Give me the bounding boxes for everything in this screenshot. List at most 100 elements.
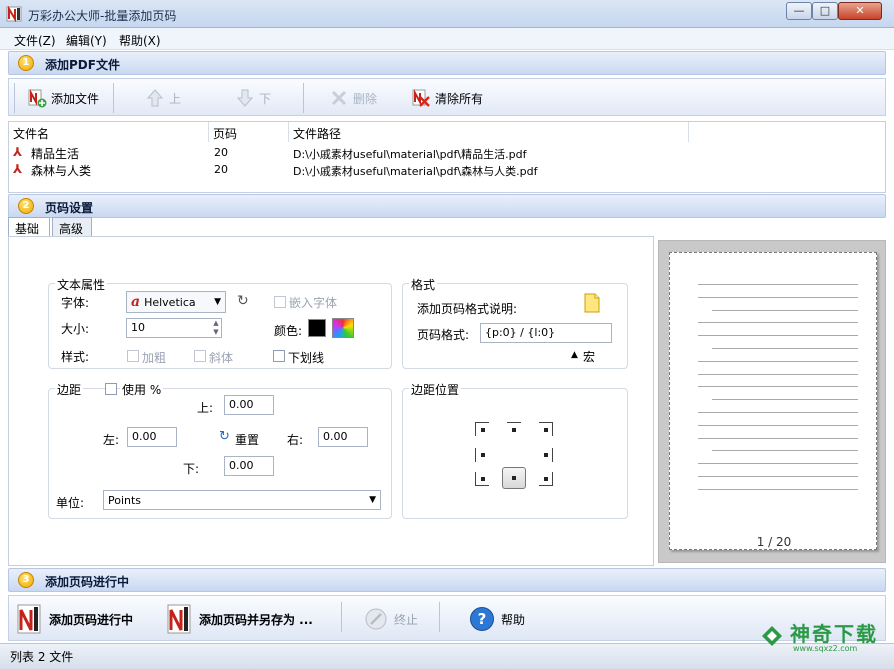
help-label: 帮助 — [501, 612, 526, 627]
section-add-pdf: 1 添加PDF文件 — [8, 51, 886, 75]
preview-text-line — [698, 437, 858, 439]
status-text: 列表 2 文件 — [10, 650, 74, 664]
underline-label: 下划线 — [288, 351, 325, 365]
run-label: 添加页码进行中 — [49, 612, 134, 627]
toolbar-divider — [303, 83, 304, 113]
maximize-button[interactable]: □ — [812, 2, 838, 20]
stop-label: 终止 — [394, 612, 419, 627]
minimize-button[interactable]: — — [786, 2, 812, 20]
note-icon[interactable] — [584, 293, 600, 313]
size-spinner[interactable]: ▲ ▼ — [211, 319, 221, 337]
preview-text-line — [698, 424, 858, 426]
color-swatch[interactable] — [308, 319, 326, 337]
add-file-button[interactable]: 添加文件 — [27, 85, 99, 111]
embed-font-checkbox[interactable] — [274, 296, 286, 308]
tab-advanced[interactable]: 高级 — [52, 217, 92, 237]
file-table: 文件名 页码 文件路径 ⅄ 精品生活 20 D:\小戚素材useful\mate… — [8, 121, 886, 193]
preview-text-line — [698, 296, 858, 298]
anchor-top-left[interactable] — [475, 422, 489, 436]
svg-text:?: ? — [478, 610, 487, 628]
bold-label: 加粗 — [142, 351, 167, 365]
format-group: 格式 添加页码格式说明: 页码格式: {p:0} / {l:0} ▲ 宏 — [402, 276, 628, 369]
section-title: 添加页码进行中 — [45, 575, 130, 589]
anchor-middle-right[interactable] — [539, 448, 553, 462]
font-value: Helvetica — [144, 295, 196, 309]
clear-all-label: 清除所有 — [435, 91, 484, 106]
delete-label: 删除 — [353, 91, 378, 106]
run-button[interactable]: 添加页码进行中 — [17, 604, 133, 634]
delete-button[interactable]: 删除 — [329, 85, 377, 111]
delete-icon — [331, 90, 347, 106]
column-header-name[interactable]: 文件名 — [9, 122, 209, 142]
italic-label: 斜体 — [209, 351, 234, 365]
group-label: 文本属性 — [55, 276, 108, 293]
stop-button[interactable]: 终止 — [364, 604, 418, 634]
preview-text-line — [698, 386, 858, 388]
close-button[interactable]: ✕ — [838, 2, 882, 20]
anchor-bottom-center[interactable] — [502, 467, 526, 489]
anchor-top-center[interactable] — [507, 422, 521, 436]
font-label: 字体: — [61, 296, 90, 310]
preview-page-number: 1 / 20 — [756, 535, 792, 549]
arrow-up-icon — [146, 89, 164, 107]
clear-all-button[interactable]: 清除所有 — [411, 85, 483, 111]
size-input[interactable]: 10 — [126, 318, 222, 338]
watermark-url: www.sqxz2.com — [793, 644, 858, 653]
step-number-icon: 3 — [18, 572, 34, 588]
unit-select[interactable]: Points ▼ — [103, 490, 381, 510]
anchor-bottom-right[interactable] — [539, 472, 553, 486]
underline-checkbox[interactable] — [273, 350, 285, 362]
move-up-label: 上 — [169, 91, 182, 106]
anchor-bottom-left[interactable] — [475, 472, 489, 486]
table-row[interactable]: ⅄ 森林与人类 20 D:\小戚素材useful\material\pdf\森林… — [9, 161, 885, 178]
reset-button[interactable]: 重置 — [235, 431, 259, 448]
menu-help[interactable]: 帮助(X) — [119, 32, 161, 49]
menu-edit[interactable]: 编辑(Y) — [66, 32, 107, 49]
preview-text-line — [698, 463, 858, 465]
menu-file[interactable]: 文件(Z) — [14, 32, 56, 49]
window-title: 万彩办公大师-批量添加页码 — [28, 9, 177, 23]
settings-tabs: 基础 高级 — [8, 217, 96, 238]
chevron-down-icon: ▼ — [369, 495, 376, 505]
color-palette-icon[interactable] — [332, 318, 354, 338]
file-pages: 20 — [214, 163, 228, 176]
step-number-icon: 1 — [18, 55, 34, 71]
group-label: 格式 — [409, 276, 438, 293]
pdf-file-icon: ⅄ — [13, 145, 23, 159]
clear-all-icon — [412, 89, 430, 107]
column-header-pages[interactable]: 页码 — [209, 122, 289, 142]
bold-checkbox[interactable] — [127, 350, 139, 362]
italic-checkbox[interactable] — [194, 350, 206, 362]
watermark-text: 神奇下载 — [790, 622, 878, 646]
menu-bar: 文件(Z) 编辑(Y) 帮助(X) — [0, 28, 894, 50]
step-number-icon: 2 — [18, 198, 34, 214]
pdf-file-icon: ⅄ — [13, 162, 23, 176]
format-input[interactable]: {p:0} / {l:0} — [480, 323, 612, 343]
anchor-top-right[interactable] — [539, 422, 553, 436]
tab-basic[interactable]: 基础 — [8, 217, 50, 238]
section-title: 添加PDF文件 — [45, 58, 120, 72]
font-select[interactable]: a Helvetica ▼ — [126, 291, 226, 313]
app-icon — [6, 6, 22, 22]
position-group: 边距位置 — [402, 381, 628, 519]
use-percent-checkbox[interactable] — [105, 383, 117, 395]
format-label: 页码格式: — [417, 328, 470, 342]
move-down-button[interactable]: 下 — [235, 85, 271, 111]
right-margin-input[interactable]: 0.00 — [318, 427, 368, 447]
column-header-path[interactable]: 文件路径 — [289, 122, 689, 142]
bottom-margin-input[interactable]: 0.00 — [224, 456, 274, 476]
style-label: 样式: — [61, 350, 90, 364]
help-button[interactable]: ? 帮助 — [469, 604, 525, 634]
left-margin-input[interactable]: 0.00 — [127, 427, 177, 447]
anchor-middle-left[interactable] — [475, 448, 489, 462]
macro-button[interactable]: 宏 — [583, 348, 595, 365]
top-margin-input[interactable]: 0.00 — [224, 395, 274, 415]
title-bar: 万彩办公大师-批量添加页码 — □ ✕ — [0, 0, 894, 28]
toolbar-divider — [341, 602, 342, 632]
run-save-as-button[interactable]: 添加页码并另存为 ... — [167, 604, 313, 634]
move-down-label: 下 — [259, 91, 272, 106]
table-row[interactable]: ⅄ 精品生活 20 D:\小戚素材useful\material\pdf\精品生… — [9, 144, 885, 161]
refresh-icon[interactable]: ↻ — [237, 293, 249, 309]
move-up-button[interactable]: 上 — [145, 85, 181, 111]
preview-text-line — [712, 309, 858, 311]
